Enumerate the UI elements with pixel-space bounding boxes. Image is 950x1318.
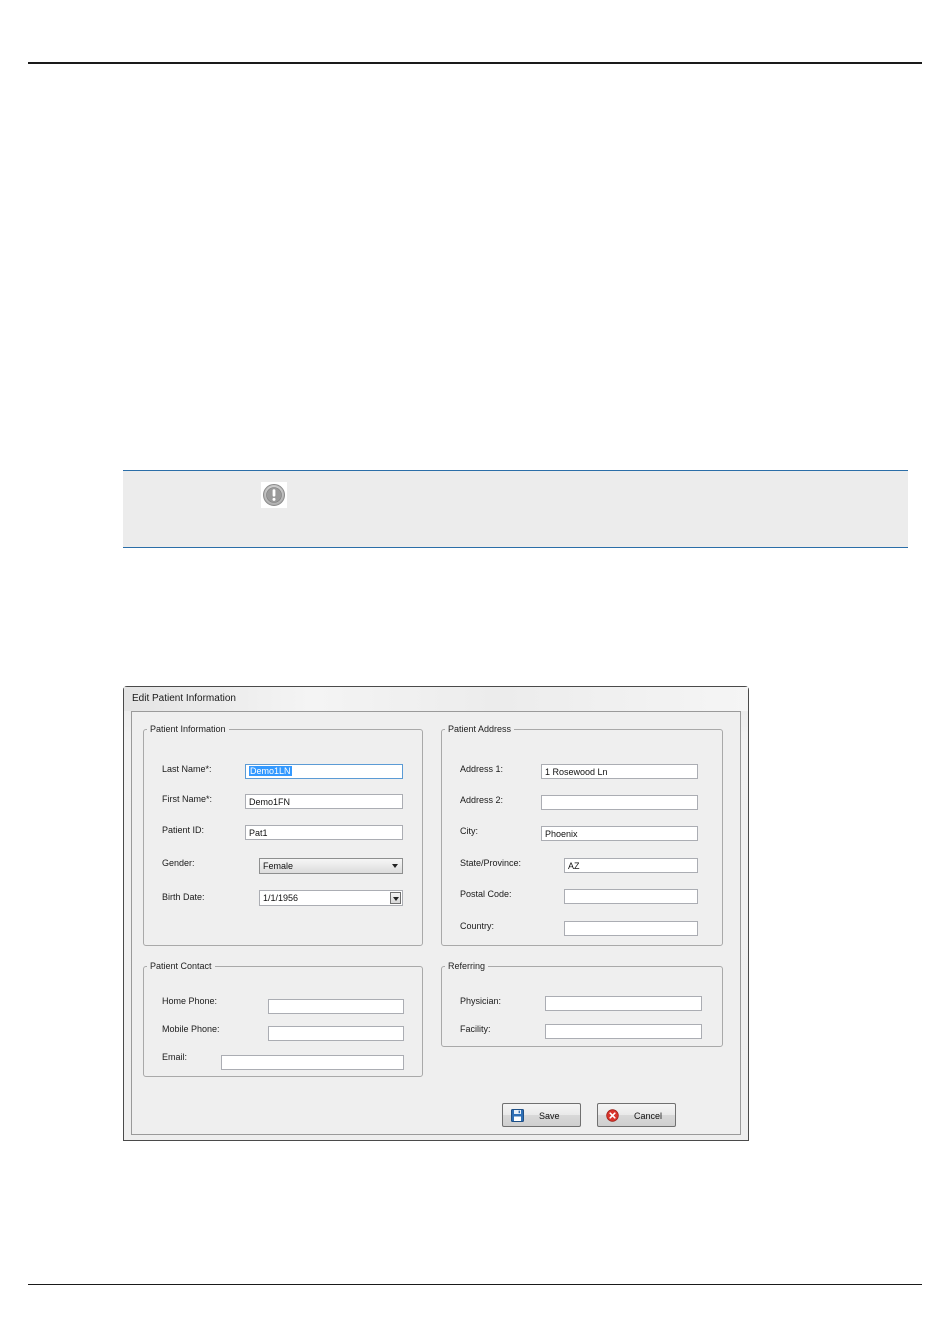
last-name-label: Last Name*: (162, 764, 212, 774)
home-phone-label: Home Phone: (162, 996, 218, 1006)
patient-id-label: Patient ID: (162, 825, 205, 835)
facility-input[interactable] (545, 1024, 702, 1039)
physician-input[interactable] (545, 996, 702, 1011)
patient-information-group: Patient Information Last Name*: Demo1LN … (143, 724, 423, 946)
patient-information-legend: Patient Information (150, 724, 226, 734)
chevron-down-icon (392, 864, 398, 868)
patient-address-legend: Patient Address (448, 724, 512, 734)
state-label: State/Province: (460, 858, 522, 868)
floppy-disk-icon (511, 1109, 524, 1124)
dialog-titlebar: Edit Patient Information (124, 687, 748, 711)
first-name-label: First Name*: (162, 794, 213, 804)
cancel-label: Cancel (634, 1111, 663, 1121)
home-phone-input[interactable] (268, 999, 404, 1014)
note-box (123, 470, 908, 548)
birth-date-value: 1/1/1956 (263, 893, 299, 903)
patient-contact-legend: Patient Contact (150, 961, 212, 971)
patient-contact-group: Patient Contact Home Phone: Mobile Phone… (143, 961, 423, 1077)
email-label: Email: (162, 1052, 188, 1062)
patient-id-input[interactable] (245, 825, 403, 840)
city-label: City: (460, 826, 478, 836)
city-input[interactable] (541, 826, 698, 841)
exclamation-circle-icon (261, 482, 287, 508)
country-input[interactable] (564, 921, 698, 936)
dialog-title: Edit Patient Information (132, 693, 236, 704)
edit-patient-dialog: Edit Patient Information Patient Informa… (123, 686, 749, 1141)
address2-label: Address 2: (460, 795, 504, 805)
mobile-phone-input[interactable] (268, 1026, 404, 1041)
gender-label: Gender: (162, 858, 195, 868)
referring-group: Referring Physician: Facility: (441, 961, 723, 1047)
address2-input[interactable] (541, 795, 698, 810)
physician-label: Physician: (460, 996, 502, 1006)
state-input[interactable] (564, 858, 698, 873)
footer-rule (28, 1284, 922, 1285)
save-button[interactable]: Save (502, 1103, 581, 1127)
calendar-dropdown-icon[interactable] (390, 892, 401, 904)
cancel-circle-icon (606, 1109, 619, 1124)
mobile-phone-label: Mobile Phone: (162, 1024, 220, 1034)
postal-code-label: Postal Code: (460, 889, 512, 899)
last-name-input[interactable]: Demo1LN (245, 764, 403, 779)
patient-address-group: Patient Address Address 1: Address 2: Ci… (441, 724, 723, 946)
dialog-client-area: Patient Information Last Name*: Demo1LN … (131, 711, 741, 1135)
address1-label: Address 1: (460, 764, 504, 774)
postal-code-input[interactable] (564, 889, 698, 904)
gender-select[interactable]: Female (259, 858, 403, 874)
gender-value: Female (263, 861, 294, 871)
birth-date-picker[interactable]: 1/1/1956 (259, 890, 403, 906)
referring-legend: Referring (448, 961, 486, 971)
birth-date-label: Birth Date: (162, 892, 205, 902)
first-name-input[interactable] (245, 794, 403, 809)
country-label: Country: (460, 921, 495, 931)
last-name-value: Demo1LN (249, 766, 292, 776)
address1-input[interactable] (541, 764, 698, 779)
email-input[interactable] (221, 1055, 404, 1070)
header-rule (28, 62, 922, 64)
cancel-button[interactable]: Cancel (597, 1103, 676, 1127)
facility-label: Facility: (460, 1024, 491, 1034)
save-label: Save (539, 1111, 560, 1121)
